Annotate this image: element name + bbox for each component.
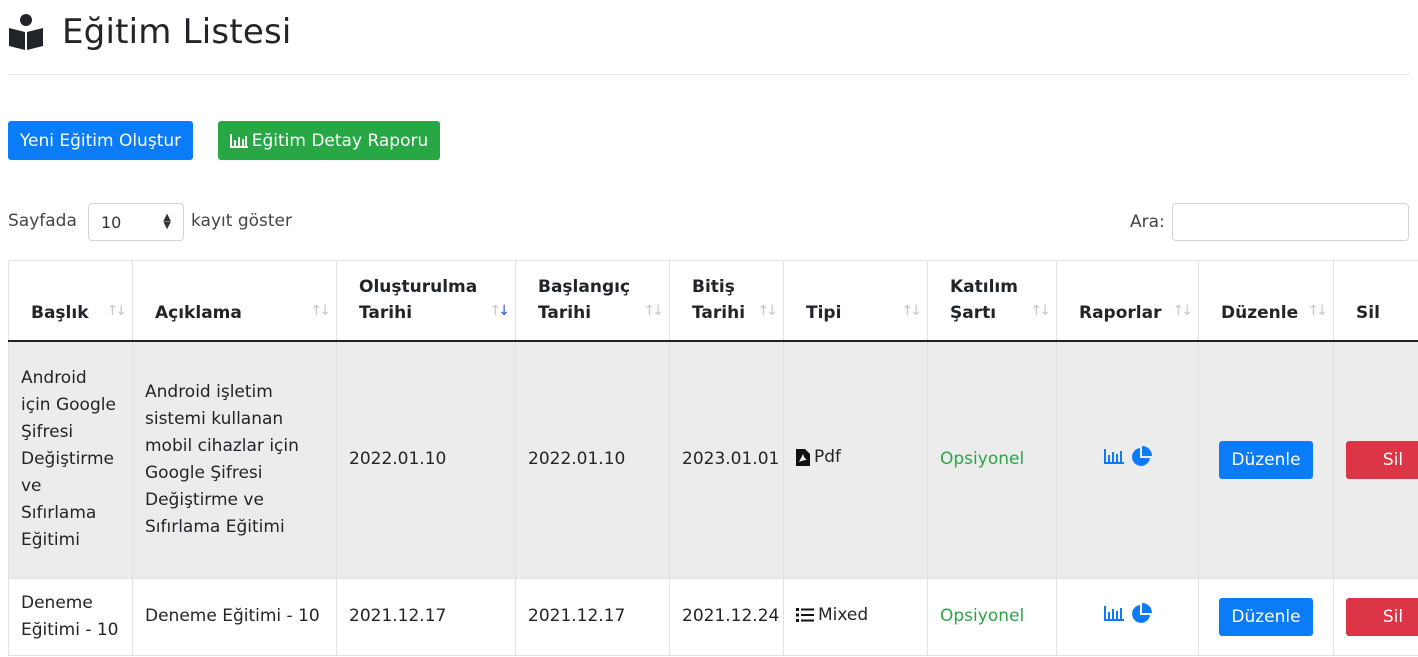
cell-delete: Sil bbox=[1333, 577, 1418, 656]
bar-chart-icon bbox=[229, 133, 248, 148]
length-prefix: Sayfada bbox=[8, 211, 77, 231]
cell-start: 2021.12.17 bbox=[515, 577, 670, 656]
page-title: Eğitim Listesi bbox=[62, 12, 292, 52]
cell-reports bbox=[1056, 340, 1199, 579]
sort-desc-icon: ↑↓ bbox=[489, 302, 510, 319]
sort-icon: ↑↓ bbox=[643, 302, 665, 319]
file-pdf-icon bbox=[796, 449, 810, 466]
col-header-created[interactable]: Oluşturulma Tarihi ↑↓ bbox=[336, 260, 516, 342]
training-table: Başlık ↑↓ Açıklama ↑↓ Oluşturulma Tarihi ↑↓… bbox=[8, 260, 1418, 656]
type-label: Pdf bbox=[814, 447, 842, 467]
cell-title: Android için Google Şifresi Değiştirme v… bbox=[8, 340, 133, 579]
cell-created: 2021.12.17 bbox=[336, 577, 516, 656]
cell-edit: Düzenle bbox=[1198, 577, 1334, 656]
book-reader-icon bbox=[9, 14, 43, 50]
bar-chart-report-icon[interactable] bbox=[1103, 449, 1124, 465]
select-arrows-icon: ▲ ▼ bbox=[163, 212, 171, 231]
edit-button[interactable]: Düzenle bbox=[1219, 440, 1313, 479]
col-header-title[interactable]: Başlık ↑↓ bbox=[8, 260, 133, 342]
page-length-select[interactable]: 10 ▲ ▼ bbox=[88, 203, 184, 241]
col-header-type[interactable]: Tipi ↑↓ bbox=[783, 260, 928, 342]
sort-icon: ↑↓ bbox=[901, 302, 923, 319]
new-training-button[interactable]: Yeni Eğitim Oluştur bbox=[8, 121, 193, 160]
table-row: Deneme Eğitimi - 10 Deneme Eğitimi - 10 … bbox=[8, 577, 1418, 656]
delete-button[interactable]: Sil bbox=[1346, 440, 1418, 479]
cell-title: Deneme Eğitimi - 10 bbox=[8, 577, 133, 656]
cell-start: 2022.01.10 bbox=[515, 340, 670, 579]
cell-description: Deneme Eğitimi - 10 bbox=[132, 577, 337, 656]
table-row: Android için Google Şifresi Değiştirme v… bbox=[8, 340, 1418, 579]
col-header-description[interactable]: Açıklama ↑↓ bbox=[132, 260, 337, 342]
edit-button[interactable]: Düzenle bbox=[1219, 597, 1313, 636]
sort-icon: ↑↓ bbox=[310, 302, 332, 319]
sort-icon: ↑↓ bbox=[1307, 302, 1329, 319]
delete-button[interactable]: Sil bbox=[1346, 597, 1418, 636]
pie-chart-report-icon[interactable] bbox=[1130, 445, 1152, 468]
cell-created: 2022.01.10 bbox=[336, 340, 516, 579]
type-label: Mixed bbox=[818, 604, 869, 625]
cell-end: 2023.01.01 bbox=[669, 340, 784, 579]
sort-icon: ↑↓ bbox=[1172, 302, 1194, 319]
table-header-row: Başlık ↑↓ Açıklama ↑↓ Oluşturulma Tarihi ↑↓… bbox=[8, 260, 1418, 342]
cell-reports bbox=[1056, 577, 1199, 656]
col-header-edit[interactable]: Düzenle ↑↓ bbox=[1198, 260, 1334, 342]
cell-type: Mixed bbox=[783, 577, 928, 656]
page-header: Eğitim Listesi bbox=[8, 8, 1410, 75]
col-header-end[interactable]: Bitiş Tarihi ↑↓ bbox=[669, 260, 784, 342]
col-header-start[interactable]: Başlangıç Tarihi ↑↓ bbox=[515, 260, 670, 342]
list-icon bbox=[796, 608, 814, 623]
sort-icon: ↑↓ bbox=[106, 302, 128, 319]
cell-description: Android işletim sistemi kullanan mobil c… bbox=[132, 340, 337, 579]
training-detail-report-button[interactable]: Eğitim Detay Raporu bbox=[218, 121, 440, 160]
cell-type: Pdf bbox=[783, 340, 928, 579]
page-length-value: 10 bbox=[101, 212, 122, 232]
cell-requirement: Opsiyonel bbox=[927, 577, 1057, 656]
sort-icon: ↑↓ bbox=[757, 302, 779, 319]
cell-requirement: Opsiyonel bbox=[927, 340, 1057, 579]
cell-edit: Düzenle bbox=[1198, 340, 1334, 579]
cell-delete: Sil bbox=[1333, 340, 1418, 579]
length-suffix: kayıt göster bbox=[191, 211, 292, 231]
col-header-reports[interactable]: Raporlar ↑↓ bbox=[1056, 260, 1199, 342]
search-label: Ara: bbox=[1130, 212, 1165, 232]
col-header-delete[interactable]: Sil bbox=[1333, 260, 1418, 342]
pie-chart-report-icon[interactable] bbox=[1130, 602, 1152, 625]
sort-icon: ↑↓ bbox=[1030, 302, 1052, 319]
bar-chart-report-icon[interactable] bbox=[1103, 606, 1124, 622]
search-input[interactable] bbox=[1172, 203, 1409, 241]
detail-report-label: Eğitim Detay Raporu bbox=[251, 130, 429, 151]
col-header-requirement[interactable]: Katılım Şartı ↑↓ bbox=[927, 260, 1057, 342]
cell-end: 2021.12.24 bbox=[669, 577, 784, 656]
